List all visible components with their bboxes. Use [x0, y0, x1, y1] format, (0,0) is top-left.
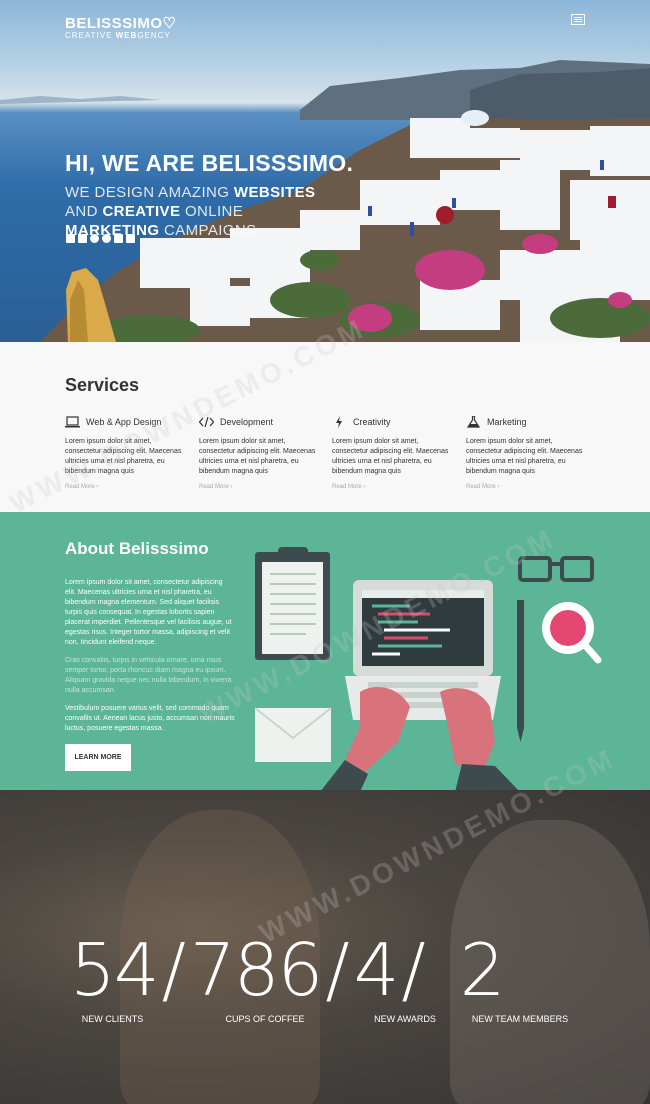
google-plus-icon[interactable] — [102, 234, 111, 243]
hero-headline: HI, WE ARE BELISSSIMO. — [65, 150, 354, 176]
read-more-link[interactable]: Read More › — [466, 484, 586, 490]
service-title: Marketing — [487, 417, 527, 427]
service-title: Development — [220, 417, 274, 427]
stat-label: CUPS OF COFFEE — [225, 1014, 305, 1024]
heart-icon: ♡ — [162, 15, 177, 32]
laptop-icon — [65, 416, 80, 428]
services-title: Services — [65, 375, 140, 395]
read-more-link[interactable]: Read More › — [332, 484, 452, 490]
hamburger-menu-icon[interactable] — [571, 14, 585, 25]
site-logo[interactable]: BELISSSIMO♡ CREATIVE WEBGENCY — [65, 14, 176, 40]
hero-tagline-line-1: WE DESIGN AMAZING WEBSITES — [65, 184, 316, 201]
stat-value: 4 — [353, 928, 400, 1012]
service-description: Lorem ipsum dolor sit amet, consectetur … — [332, 438, 449, 475]
coffee-cup-icon — [542, 602, 602, 664]
facebook-icon[interactable] — [66, 234, 75, 243]
stat-value: 54 — [70, 928, 160, 1012]
bolt-icon — [336, 416, 342, 428]
stats-counters: 54 / 786 / 4 / 2 — [70, 930, 630, 1010]
stat-separator: / — [325, 928, 350, 1012]
about-paragraph-2: Cras convallis, turpis in vehicula ornar… — [65, 657, 232, 694]
about-title: About Belisssimo — [65, 539, 209, 558]
stat-value: 2 — [459, 928, 506, 1012]
read-more-link[interactable]: Read More › — [199, 484, 319, 490]
stat-label: NEW CLIENTS — [81, 1014, 144, 1024]
about-paragraph-1: Lorem ipsum dolor sit amet, consectetur … — [65, 579, 232, 646]
service-marketing: Marketing Lorem ipsum dolor sit amet, co… — [466, 414, 586, 490]
pencil-icon — [517, 600, 524, 742]
pinterest-icon[interactable] — [90, 234, 99, 243]
hero-section: BELISSSIMO♡ CREATIVE WEBGENCY HI, WE ARE… — [0, 0, 650, 342]
service-description: Lorem ipsum dolor sit amet, consectetur … — [199, 438, 316, 475]
hero-tagline-line-2: AND CREATIVE ONLINE — [65, 203, 244, 220]
stat-label: NEW TEAM MEMBERS — [471, 1014, 569, 1024]
flask-icon — [466, 416, 481, 428]
social-links — [66, 234, 135, 243]
stat-value: 786 — [189, 928, 323, 1012]
vimeo-icon[interactable] — [126, 234, 135, 243]
envelope-icon — [254, 707, 332, 762]
logo-wordmark: BELISSSIMO♡ — [65, 15, 177, 32]
learn-more-button[interactable]: LEARN MORE — [65, 744, 131, 771]
hero-text: HI, WE ARE BELISSSIMO. WE DESIGN AMAZING… — [65, 150, 353, 240]
stat-label: NEW AWARDS — [374, 1014, 436, 1024]
twitter-icon[interactable] — [78, 234, 87, 243]
service-creativity: Creativity Lorem ipsum dolor sit amet, c… — [332, 414, 452, 490]
stat-separator: / — [161, 928, 186, 1012]
service-description: Lorem ipsum dolor sit amet, consectetur … — [466, 438, 583, 475]
service-development: Development Lorem ipsum dolor sit amet, … — [199, 414, 319, 490]
stats-section: 54 / 786 / 4 / 2 NEW CLIENTS CUPS OF COF… — [0, 790, 650, 1104]
service-title: Creativity — [353, 417, 391, 427]
services-section: Services Web & App Design Lorem ipsum do… — [0, 342, 650, 512]
instagram-icon[interactable] — [114, 234, 123, 243]
logo-tagline: CREATIVE WEBGENCY — [65, 31, 171, 40]
stat-separator: / — [401, 928, 426, 1012]
